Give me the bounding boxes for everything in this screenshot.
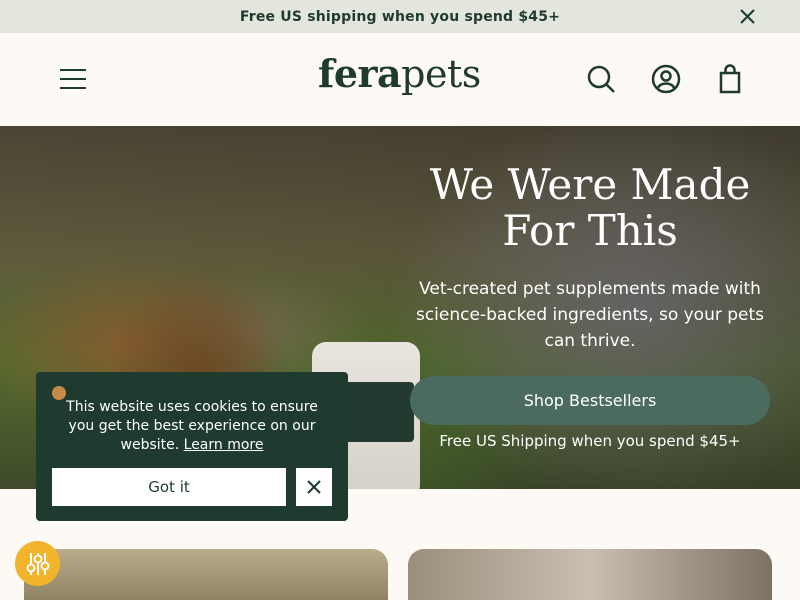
got-it-button[interactable]: Got it: [52, 468, 286, 506]
cookie-banner: This website uses cookies to ensure you …: [36, 372, 348, 521]
shop-bestsellers-button[interactable]: Shop Bestsellers: [410, 376, 770, 425]
shopping-bag-icon[interactable]: [714, 63, 746, 95]
hero-shipping-note: Free US Shipping when you spend $45+: [439, 432, 741, 450]
accessibility-sliders-icon: [26, 552, 49, 575]
cookie-message: This website uses cookies to ensure you …: [56, 398, 328, 455]
hamburger-menu-icon[interactable]: [58, 67, 88, 91]
close-icon: [307, 480, 321, 494]
cookie-close-button[interactable]: [296, 468, 332, 506]
feature-card-dog[interactable]: [24, 549, 388, 600]
hero-title: We Were Made For This: [429, 160, 751, 255]
announcement-text: Free US shipping when you spend $45+: [239, 8, 561, 25]
logo-light-text: pets: [401, 52, 481, 96]
learn-more-link[interactable]: Learn more: [184, 437, 264, 453]
logo-bold-text: fera: [318, 51, 402, 96]
user-account-icon[interactable]: [650, 63, 682, 95]
search-icon[interactable]: [585, 63, 617, 95]
site-header: ferapets: [0, 33, 800, 126]
site-logo[interactable]: ferapets: [318, 51, 481, 96]
close-icon[interactable]: [739, 8, 756, 25]
feature-card-cat[interactable]: [408, 549, 772, 600]
announcement-bar: Free US shipping when you spend $45+: [0, 0, 800, 33]
accessibility-button[interactable]: [15, 541, 60, 586]
hero-subtitle: Vet-created pet supplements made with sc…: [415, 279, 765, 351]
